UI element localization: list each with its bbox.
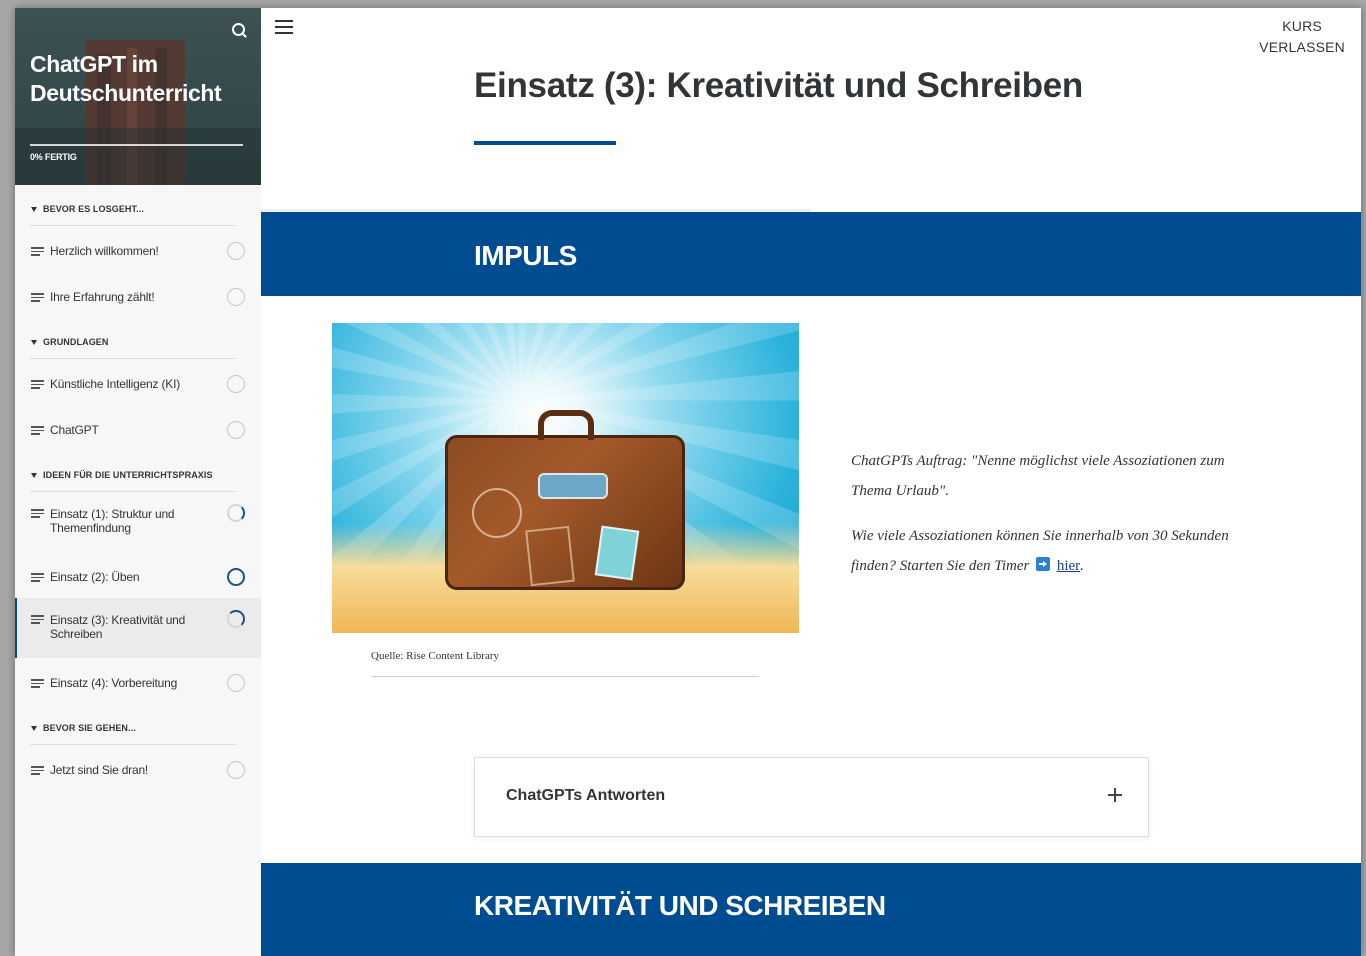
lesson-icon: [31, 247, 44, 256]
lesson-icon: [31, 573, 44, 582]
section-title: BEVOR SIE GEHEN...: [43, 723, 136, 733]
accordion-chatgpt-answers[interactable]: ChatGPTs Antworten: [474, 757, 1149, 837]
lesson-item[interactable]: Einsatz (2): Üben: [15, 552, 261, 598]
timer-link[interactable]: hier: [1057, 558, 1080, 574]
sticker: [538, 473, 608, 499]
lesson-icon: [31, 766, 44, 775]
section-title: IDEEN FÜR DIE UNTERRICHTSPRAXIS: [43, 470, 213, 480]
course-progress-bar: [30, 144, 243, 146]
collapse-triangle-icon: [31, 340, 37, 345]
image-caption: Quelle: Rise Content Library: [371, 650, 499, 662]
lesson-title: ChatGPT: [50, 423, 99, 437]
impulse-paragraph-2: Wie viele Assoziationen können Sie inner…: [851, 528, 1229, 574]
section-header[interactable]: BEVOR ES LOSGEHT...: [30, 185, 236, 226]
app-frame: ChatGPT im Deutschunterricht 0% FERTIG B…: [15, 8, 1361, 956]
lesson-icon: [31, 293, 44, 302]
section-title: BEVOR ES LOSGEHT...: [43, 204, 144, 214]
lesson-icon: [31, 426, 44, 435]
sidebar-header: ChatGPT im Deutschunterricht 0% FERTIG: [15, 8, 261, 185]
lesson-item[interactable]: Herzlich willkommen!: [15, 226, 261, 272]
lesson-title: Einsatz (2): Üben: [50, 570, 140, 584]
lesson-title: Künstliche Intelligenz (KI): [50, 377, 180, 391]
sticker: [525, 525, 575, 587]
lesson-item[interactable]: Ihre Erfahrung zählt!: [15, 272, 261, 318]
lesson-item[interactable]: Künstliche Intelligenz (KI): [15, 359, 261, 405]
lesson-item[interactable]: Einsatz (1): Struktur und Themenfindung: [15, 492, 261, 552]
lesson-title: Jetzt sind Sie dran!: [50, 763, 149, 777]
exit-label-line1: KURS: [1282, 18, 1322, 34]
suitcase-graphic: [445, 410, 685, 590]
plus-icon[interactable]: [1108, 788, 1122, 802]
sticker: [472, 488, 522, 538]
lesson-item[interactable]: Einsatz (4): Vorbereitung: [15, 658, 261, 704]
lesson-icon: [31, 679, 44, 688]
creativity-banner: KREATIVITÄT UND SCHREIBEN: [261, 863, 1361, 956]
lesson-icon: [31, 380, 44, 389]
menu-icon[interactable]: [275, 20, 293, 34]
arrow-right-icon: [1036, 557, 1051, 571]
exit-course-link[interactable]: KURS VERLASSEN: [1259, 16, 1345, 58]
sticker: [594, 525, 640, 581]
suitcase-handle: [538, 410, 594, 440]
lesson-title: Einsatz (1): Struktur und Themenfindung: [50, 507, 175, 535]
status-circle-icon: [227, 761, 245, 779]
lesson-title: Einsatz (4): Vorbereitung: [50, 676, 178, 690]
section-header[interactable]: BEVOR SIE GEHEN...: [30, 704, 236, 745]
section-header[interactable]: GRUNDLAGEN: [30, 318, 236, 359]
course-sidebar: ChatGPT im Deutschunterricht 0% FERTIG B…: [15, 8, 261, 956]
course-title: ChatGPT im Deutschunterricht: [30, 51, 222, 106]
caption-divider: [371, 676, 759, 677]
impulse-banner: IMPULS: [261, 212, 1361, 296]
search-icon[interactable]: [231, 22, 247, 38]
lesson-item-active[interactable]: Einsatz (3): Kreativität und Schreiben: [15, 598, 261, 658]
status-circle-icon: [227, 375, 245, 393]
section-heading: KREATIVITÄT UND SCHREIBEN: [474, 890, 886, 921]
status-circle-icon: [227, 504, 245, 522]
section-title: GRUNDLAGEN: [43, 337, 109, 347]
lesson-item[interactable]: Jetzt sind Sie dran!: [15, 745, 261, 791]
collapse-triangle-icon: [31, 207, 37, 212]
status-circle-icon: [227, 421, 245, 439]
page-title: Einsatz (3): Kreativität und Schreiben: [474, 66, 1083, 105]
section-header[interactable]: IDEEN FÜR DIE UNTERRICHTSPRAXIS: [30, 451, 236, 492]
impulse-paragraph-1: ChatGPTs Auftrag: "Nenne möglichst viele…: [851, 453, 1225, 499]
status-circle-icon: [227, 674, 245, 692]
impulse-text: ChatGPTs Auftrag: "Nenne möglichst viele…: [851, 446, 1231, 596]
status-circle-icon: [227, 288, 245, 306]
collapse-triangle-icon: [31, 473, 37, 478]
lesson-title: Einsatz (3): Kreativität und Schreiben: [50, 613, 186, 641]
lesson-content: KURS VERLASSEN Einsatz (3): Kreativität …: [261, 8, 1361, 956]
status-circle-icon: [227, 242, 245, 260]
lesson-item[interactable]: ChatGPT: [15, 405, 261, 451]
status-circle-icon: [227, 610, 245, 628]
lesson-icon: [31, 615, 44, 624]
status-circle-icon: [227, 568, 245, 586]
lesson-title: Ihre Erfahrung zählt!: [50, 290, 155, 304]
lesson-nav: BEVOR ES LOSGEHT... Herzlich willkommen!…: [15, 185, 261, 791]
title-divider: [474, 141, 616, 145]
lesson-title: Herzlich willkommen!: [50, 244, 159, 258]
suitcase-image: [332, 323, 799, 633]
course-progress-text: 0% FERTIG: [30, 152, 77, 162]
section-heading: IMPULS: [474, 240, 577, 271]
accordion-title: ChatGPTs Antworten: [506, 787, 666, 804]
exit-label-line2: VERLASSEN: [1259, 39, 1345, 55]
lesson-icon: [31, 509, 44, 518]
collapse-triangle-icon: [31, 726, 37, 731]
